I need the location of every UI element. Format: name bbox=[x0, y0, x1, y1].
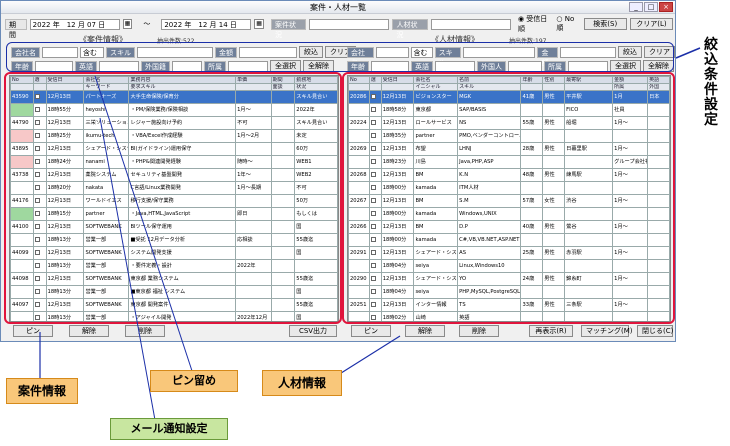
filter-annotation: 絞込条件設定 bbox=[704, 37, 718, 128]
talent-annotation: 人材情報 bbox=[262, 370, 342, 396]
mail-annotation: メール通知設定 bbox=[110, 418, 228, 440]
case-annotation: 案件情報 bbox=[6, 378, 78, 404]
pin-annotation: ピン留め bbox=[150, 370, 238, 392]
annotation-arrows bbox=[39, 47, 701, 421]
